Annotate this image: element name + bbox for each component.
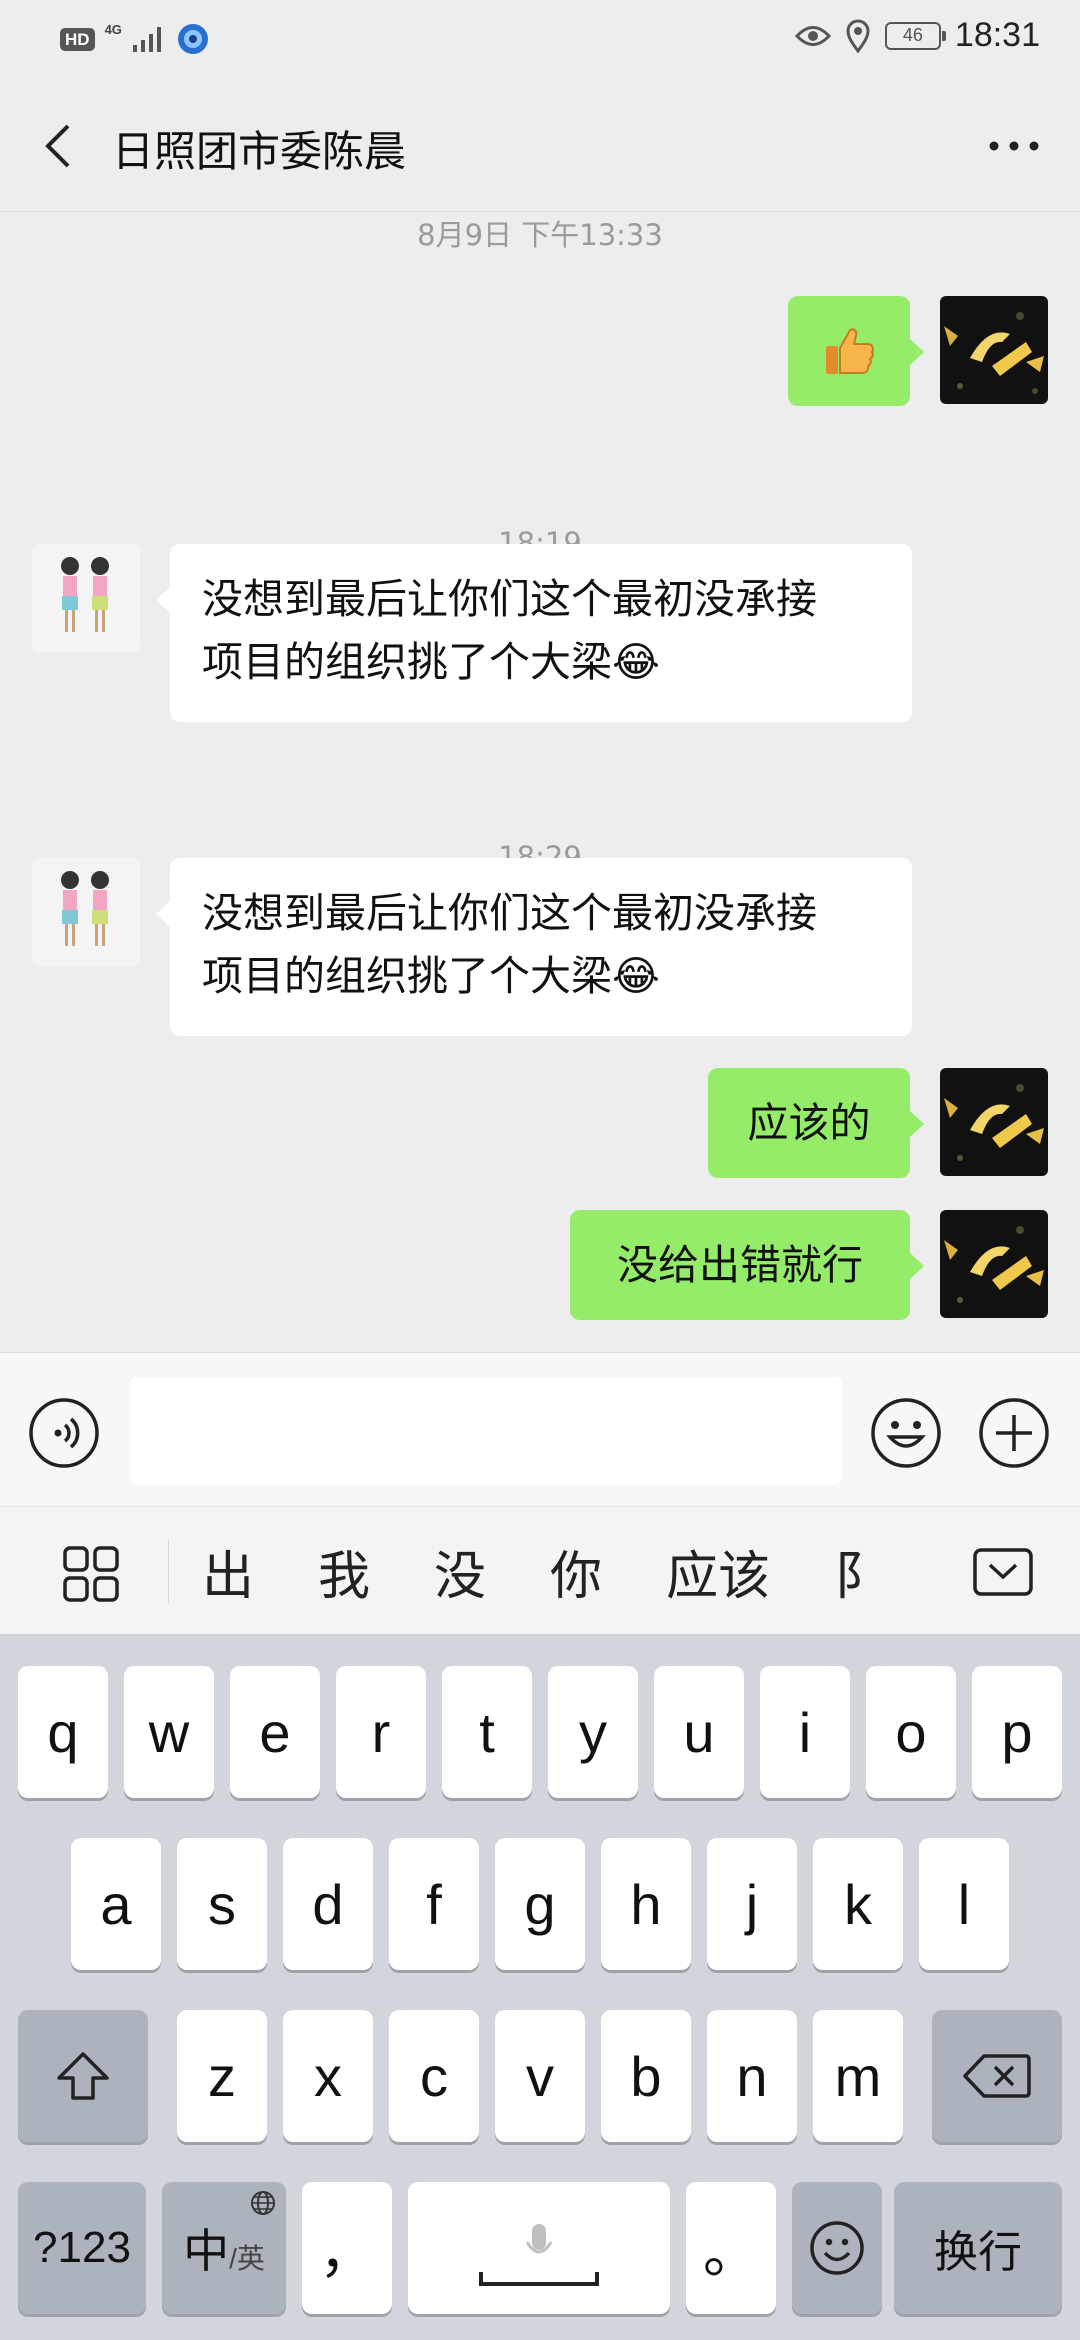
numbers-key[interactable]: ?123 [18,2182,146,2314]
shift-icon [57,2052,109,2100]
key-o[interactable]: o [866,1666,956,1798]
eye-icon [794,25,831,46]
hd-indicator: HD [60,27,95,51]
emoji-icon [810,2221,864,2275]
candidate[interactable]: 阝 [802,1534,908,1609]
incoming-message[interactable]: 没想到最后让你们这个最初没承接 项目的组织挑了个大梁😂 [156,544,912,722]
key-z[interactable]: z [177,2010,267,2142]
message-input[interactable] [130,1377,842,1485]
key-n[interactable]: n [707,2010,797,2142]
outgoing-message[interactable]: 没给出错就行 [570,1210,924,1320]
message-text: 没给出错就行 [617,1240,863,1289]
thumbs-up-icon [826,328,874,374]
key-i[interactable]: i [760,1666,850,1798]
enter-key[interactable]: 换行 [894,2182,1062,2314]
candidate[interactable]: 你 [518,1534,634,1609]
language-switch-key[interactable]: 中 /英 [162,2182,286,2314]
back-arrow-icon[interactable] [34,120,86,172]
lang-sub: /英 [229,2243,265,2274]
key-q[interactable]: q [18,1666,108,1798]
period-key[interactable]: 。 [686,2182,776,2314]
battery-indicator: 46 [884,21,946,50]
key-a[interactable]: a [71,1838,161,1970]
candidate-separator [168,1539,169,1603]
globe-icon [251,2191,275,2215]
shift-key[interactable] [18,2010,148,2142]
contact-avatar[interactable] [32,858,140,966]
key-v[interactable]: v [495,2010,585,2142]
key-h[interactable]: h [601,1838,691,1970]
ime-candidate-bar: 出 我 没 你 应该 阝 [0,1506,1080,1634]
key-b[interactable]: b [601,2010,691,2142]
key-s[interactable]: s [177,1838,267,1970]
key-y[interactable]: y [548,1666,638,1798]
key-p[interactable]: p [972,1666,1062,1798]
key-t[interactable]: t [442,1666,532,1798]
key-f[interactable]: f [389,1838,479,1970]
candidate[interactable]: 出 [170,1534,286,1609]
message-list[interactable]: 8月9日 下午13:33 18:19 没想到最后让你们这个最初没承接 项目的组织… [0,212,1080,1352]
comma-key[interactable]: ， [302,2182,392,2314]
hide-keyboard-icon[interactable] [972,1547,1034,1597]
battery-level: 46 [902,25,923,45]
key-x[interactable]: x [283,2010,373,2142]
candidate-list: 出 我 没 你 应该 阝 [170,1507,908,1635]
network-type: 4G [104,21,122,37]
plus-icon[interactable] [978,1397,1050,1469]
backspace-icon [963,2054,1031,2098]
key-m[interactable]: m [813,2010,903,2142]
more-options-icon[interactable] [984,120,1044,172]
key-u[interactable]: u [654,1666,744,1798]
app-notification-icon [177,24,208,54]
emoji-icon[interactable] [870,1397,942,1469]
key-l[interactable]: l [919,1838,1009,1970]
my-avatar[interactable] [940,296,1048,404]
status-bar: HD 4G 46 18:31 [0,0,1080,80]
emoji-key[interactable] [792,2182,882,2314]
message-text: 没想到最后让你们这个最初没承接 [202,889,817,937]
message-text: 项目的组织挑了个大梁😂 [202,952,660,1000]
key-g[interactable]: g [495,1838,585,1970]
key-k[interactable]: k [813,1838,903,1970]
key-r[interactable]: r [336,1666,426,1798]
message-text: 应该的 [747,1098,871,1147]
key-j[interactable]: j [707,1838,797,1970]
key-c[interactable]: c [389,2010,479,2142]
outgoing-message[interactable]: 应该的 [708,1068,924,1178]
outgoing-message[interactable] [788,296,924,406]
key-w[interactable]: w [124,1666,214,1798]
microphone-icon [479,2224,599,2286]
timestamp: 8月9日 下午13:33 [417,218,663,252]
incoming-message[interactable]: 没想到最后让你们这个最初没承接 项目的组织挑了个大梁😂 [156,858,912,1036]
voice-input-icon[interactable] [28,1397,100,1469]
contact-avatar[interactable] [32,544,140,652]
key-d[interactable]: d [283,1838,373,1970]
my-avatar[interactable] [940,1068,1048,1176]
location-icon [846,19,870,53]
chat-title: 日照团市委陈晨 [112,127,407,176]
candidate[interactable]: 应该 [634,1534,802,1609]
chat-header: 日照团市委陈晨 [0,80,1080,212]
signal-icon [132,27,161,52]
my-avatar[interactable] [940,1210,1048,1318]
candidate[interactable]: 没 [402,1534,518,1609]
clock: 18:31 [954,16,1040,54]
candidate[interactable]: 我 [286,1534,402,1609]
backspace-key[interactable] [932,2010,1062,2142]
space-key[interactable] [408,2182,670,2314]
keyboard: q w e r t y u i o p a s d f g h j k l z … [0,1634,1080,2340]
lang-main: 中 [183,2225,230,2277]
message-text: 项目的组织挑了个大梁😂 [202,638,660,686]
ime-menu-icon[interactable] [62,1545,120,1603]
key-e[interactable]: e [230,1666,320,1798]
message-input-bar [0,1352,1080,1506]
message-text: 没想到最后让你们这个最初没承接 [202,575,817,623]
